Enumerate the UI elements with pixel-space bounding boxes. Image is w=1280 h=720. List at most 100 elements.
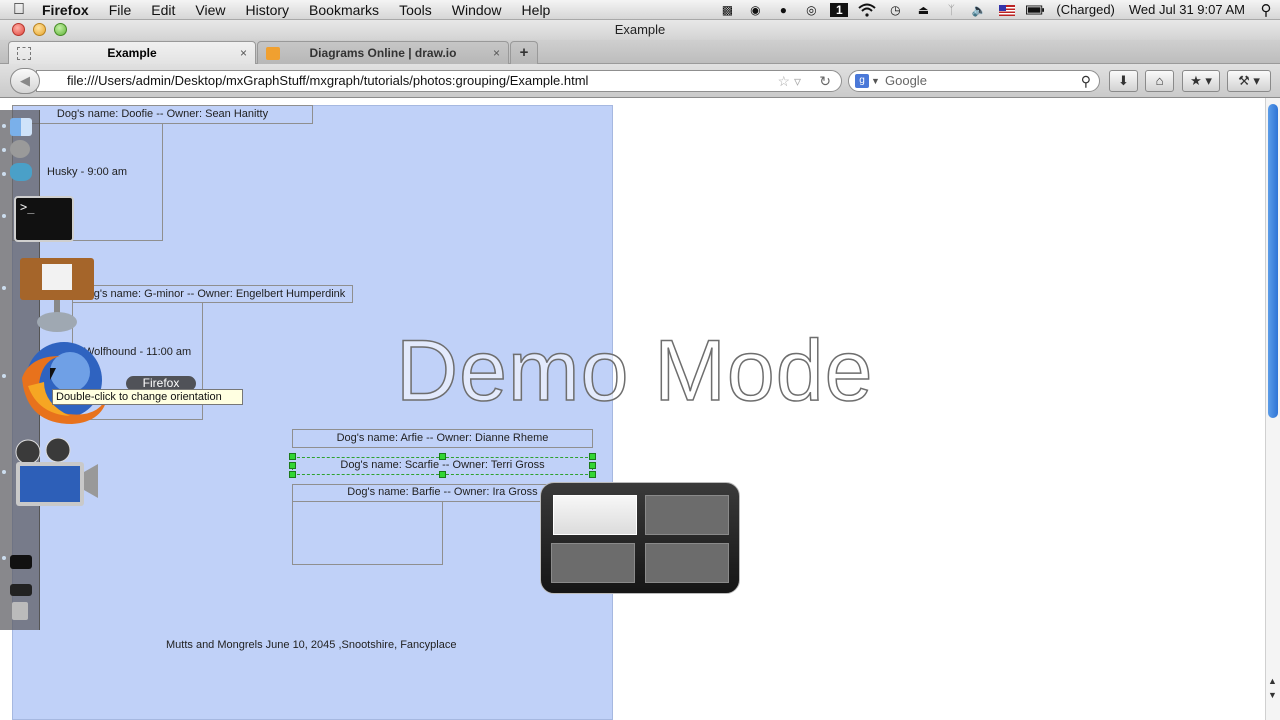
reload-icon[interactable]: ↻ bbox=[819, 71, 831, 91]
window-title: Example bbox=[614, 22, 666, 37]
space-2[interactable] bbox=[645, 495, 729, 535]
menu-help[interactable]: Help bbox=[512, 0, 561, 20]
google-icon: g bbox=[855, 74, 869, 88]
space-1[interactable] bbox=[553, 495, 637, 535]
zoom-window-icon[interactable] bbox=[54, 23, 67, 36]
tab-example[interactable]: Example × bbox=[8, 41, 256, 64]
search-input[interactable]: g ▼ Google ⚲ bbox=[848, 70, 1100, 92]
time-machine-icon[interactable]: ◷ bbox=[886, 3, 904, 17]
minimize-window-icon[interactable] bbox=[33, 23, 46, 36]
menu-clock[interactable]: Wed Jul 31 9:07 AM bbox=[1122, 0, 1252, 20]
wrench-icon: ⚒ ▾ bbox=[1238, 73, 1260, 88]
menu-tools[interactable]: Tools bbox=[389, 0, 442, 20]
resize-handle[interactable] bbox=[289, 453, 296, 460]
dog-box-doofie[interactable]: Dog's name: Doofie -- Owner: Sean Hanitt… bbox=[12, 105, 313, 124]
resize-handle[interactable] bbox=[589, 453, 596, 460]
url-text: file:///Users/admin/Desktop/mxGraphStuff… bbox=[67, 73, 589, 88]
wifi-icon[interactable] bbox=[858, 3, 877, 17]
back-button[interactable]: ◀ bbox=[10, 68, 40, 94]
network-app-icon[interactable] bbox=[10, 163, 32, 181]
window-titlebar: Example bbox=[0, 20, 1280, 40]
close-window-icon[interactable] bbox=[12, 23, 25, 36]
menu-bar:  Firefox File Edit View History Bookmar… bbox=[0, 0, 1280, 20]
lifebuoy-icon[interactable]: ◎ bbox=[802, 3, 820, 17]
diagram-footer-text: Mutts and Mongrels June 10, 2045 ,Snoots… bbox=[166, 639, 457, 651]
camera-icon[interactable]: ▩ bbox=[718, 3, 736, 17]
status-icon[interactable]: ◉ bbox=[746, 3, 764, 17]
demo-mode-watermark: Demo Mode bbox=[395, 322, 874, 420]
running-indicator bbox=[2, 172, 6, 176]
running-indicator bbox=[2, 124, 6, 128]
external-drive-icon[interactable] bbox=[10, 584, 32, 596]
url-bar[interactable]: file:///Users/admin/Desktop/mxGraphStuff… bbox=[36, 70, 842, 92]
finder-icon[interactable] bbox=[10, 118, 32, 136]
close-tab-icon[interactable]: × bbox=[493, 42, 500, 64]
space-3[interactable] bbox=[551, 543, 635, 583]
menu-view[interactable]: View bbox=[185, 0, 235, 20]
navigation-toolbar: file:///Users/admin/Desktop/mxGraphStuff… bbox=[0, 64, 1280, 98]
eject-icon[interactable]: ⏏ bbox=[914, 3, 932, 17]
vertical-scrollbar[interactable]: ▲ ▼ bbox=[1265, 98, 1280, 720]
addon-button[interactable]: ⚒ ▾ bbox=[1227, 70, 1271, 92]
group-container-3[interactable] bbox=[292, 502, 443, 565]
volume-icon[interactable]: 🔈 bbox=[970, 3, 988, 17]
resize-handle[interactable] bbox=[589, 462, 596, 469]
flag-icon[interactable] bbox=[998, 3, 1016, 17]
one-password-icon[interactable]: 1 bbox=[830, 3, 849, 17]
tab-drawio[interactable]: Diagrams Online | draw.io × bbox=[257, 41, 509, 64]
battery-status: (Charged) bbox=[1056, 2, 1115, 17]
keynote-icon[interactable] bbox=[18, 254, 96, 334]
new-tab-button[interactable]: + bbox=[510, 41, 538, 64]
mouse-cursor-icon bbox=[50, 368, 62, 380]
spaces-switcher bbox=[540, 482, 740, 594]
back-arrow-icon: ◀ bbox=[20, 73, 30, 88]
orientation-tooltip: Double-click to change orientation bbox=[52, 389, 243, 405]
search-placeholder: Google bbox=[885, 73, 927, 88]
display-icon[interactable] bbox=[10, 555, 32, 569]
system-preferences-icon[interactable] bbox=[10, 140, 30, 158]
battery-icon[interactable] bbox=[1026, 3, 1045, 17]
menu-window[interactable]: Window bbox=[442, 0, 512, 20]
home-button[interactable]: ⌂ bbox=[1145, 70, 1174, 92]
spotlight-icon[interactable]: ⚲ bbox=[1257, 2, 1275, 19]
running-indicator bbox=[2, 286, 6, 290]
search-engine-dropdown-icon[interactable]: ▼ bbox=[871, 71, 880, 91]
menu-bookmarks[interactable]: Bookmarks bbox=[299, 0, 389, 20]
running-indicator bbox=[2, 470, 6, 474]
dog-box-arfie[interactable]: Dog's name: Arfie -- Owner: Dianne Rheme bbox=[292, 429, 593, 448]
menu-file[interactable]: File bbox=[99, 0, 142, 20]
resize-handle[interactable] bbox=[289, 462, 296, 469]
schedule-text-1: Husky - 9:00 am bbox=[47, 166, 128, 178]
resize-handle[interactable] bbox=[439, 471, 446, 478]
running-indicator bbox=[2, 374, 6, 378]
firefox-icon[interactable] bbox=[10, 338, 112, 430]
running-indicator bbox=[2, 148, 6, 152]
bookmark-star-icon[interactable]: ☆ ▿ bbox=[778, 71, 801, 91]
bookmarks-icon: ★ ▾ bbox=[1190, 73, 1212, 88]
scrollbar-thumb[interactable] bbox=[1268, 104, 1278, 418]
space-4[interactable] bbox=[645, 543, 729, 583]
scroll-down-icon[interactable]: ▼ bbox=[1268, 690, 1277, 700]
home-icon: ⌂ bbox=[1155, 73, 1164, 88]
search-icon[interactable]: ⚲ bbox=[1081, 71, 1091, 91]
resize-handle[interactable] bbox=[589, 471, 596, 478]
resize-handle[interactable] bbox=[439, 453, 446, 460]
trash-icon[interactable] bbox=[12, 602, 28, 620]
downloads-button[interactable]: ⬇ bbox=[1109, 70, 1138, 92]
menu-app-firefox[interactable]: Firefox bbox=[38, 0, 99, 20]
resize-handle[interactable] bbox=[289, 471, 296, 478]
gamepad-icon[interactable]: ● bbox=[774, 3, 792, 17]
running-indicator bbox=[2, 214, 6, 218]
running-indicator bbox=[2, 556, 6, 560]
apple-icon[interactable]:  bbox=[0, 1, 38, 19]
scroll-up-icon[interactable]: ▲ bbox=[1268, 676, 1277, 686]
terminal-icon[interactable]: >_ bbox=[14, 196, 74, 242]
close-tab-icon[interactable]: × bbox=[240, 42, 247, 64]
dog-box-gminor[interactable]: Dog's name: G-minor -- Owner: Engelbert … bbox=[72, 285, 353, 303]
bookmarks-menu-button[interactable]: ★ ▾ bbox=[1182, 70, 1220, 92]
menu-edit[interactable]: Edit bbox=[141, 0, 185, 20]
bluetooth-icon[interactable]: ᛉ bbox=[942, 3, 960, 17]
download-arrow-icon: ⬇ bbox=[1118, 73, 1129, 88]
menu-history[interactable]: History bbox=[235, 0, 299, 20]
imovie-icon[interactable] bbox=[12, 437, 100, 510]
